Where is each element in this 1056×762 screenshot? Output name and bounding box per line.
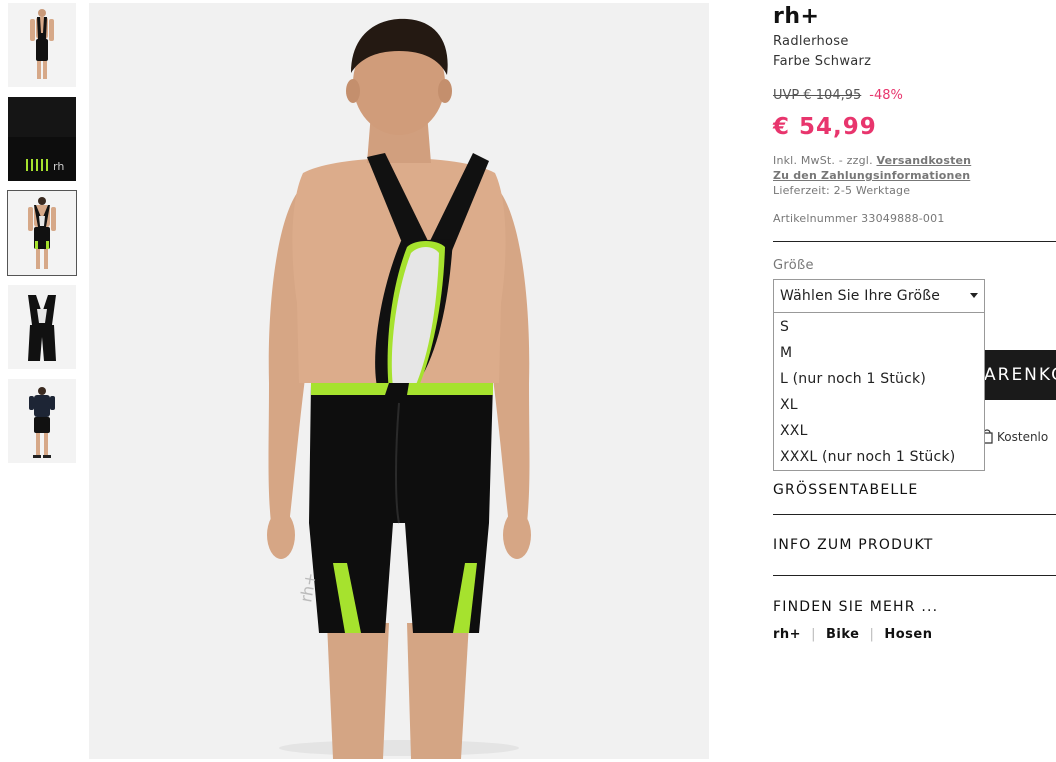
size-option-xxxl[interactable]: XXXL (nur noch 1 Stück) — [780, 449, 955, 465]
brand-name[interactable]: rh+ — [773, 4, 819, 29]
divider — [773, 241, 1056, 242]
size-option-xl[interactable]: XL — [780, 397, 798, 413]
main-product-image[interactable]: rh+ — [89, 3, 709, 759]
product-name: Radlerhose — [773, 34, 849, 49]
discount-badge: -48% — [869, 88, 903, 103]
thumbnail-5[interactable] — [8, 379, 76, 463]
size-dropdown-list: S M L (nur noch 1 Stück) XL XXL XXXL (nu… — [773, 313, 985, 471]
product-photo: rh+ — [89, 3, 709, 759]
size-table-toggle[interactable]: GRÖSSENTABELLE — [773, 482, 918, 498]
size-option-xxl[interactable]: XXL — [780, 423, 808, 439]
thumbnail-2[interactable]: rh — [8, 97, 76, 181]
size-option-s[interactable]: S — [780, 319, 789, 335]
thumbnail-4[interactable] — [8, 285, 76, 369]
size-select-value: Wählen Sie Ihre Größe — [780, 288, 941, 304]
sale-price: € 54,99 — [773, 114, 877, 140]
add-to-cart-button[interactable]: ARENKO — [984, 350, 1056, 400]
size-label: Größe — [773, 258, 814, 273]
uvp-price: UVP € 104,95 -48% — [773, 88, 903, 103]
divider — [773, 514, 1056, 515]
tax-text: Inkl. MwSt. - zzgl. — [773, 154, 873, 167]
shipping-costs-link[interactable]: Versandkosten — [876, 154, 971, 167]
delivery-time: Lieferzeit: 2-5 Werktage — [773, 184, 911, 197]
product-page: rh rh+ rh+ Radlerhose Farbe Schwarz UVP … — [0, 0, 1056, 762]
tag-link-brand[interactable]: rh+ — [773, 627, 801, 642]
svg-text:rh: rh — [53, 160, 64, 173]
payment-info-link[interactable]: Zu den Zahlungsinformationen — [773, 169, 970, 182]
tag-separator: | — [811, 627, 816, 642]
thumbnail-3[interactable] — [7, 190, 77, 276]
add-to-cart-label: ARENKO — [984, 365, 1056, 385]
article-number: Artikelnummer 33049888-001 — [773, 212, 945, 225]
tag-links: rh+ | Bike | Hosen — [773, 627, 932, 642]
find-more-heading: FINDEN SIE MEHR ... — [773, 599, 939, 615]
tag-separator: | — [869, 627, 875, 642]
free-shipping-note: Kostenlo — [981, 428, 1056, 447]
caret-down-icon — [970, 293, 978, 298]
size-select[interactable]: Wählen Sie Ihre Größe — [773, 279, 985, 313]
product-color: Farbe Schwarz — [773, 54, 872, 69]
original-price: UVP € 104,95 — [773, 88, 862, 103]
size-option-m[interactable]: M — [780, 345, 792, 361]
size-option-l[interactable]: L (nur noch 1 Stück) — [780, 371, 926, 387]
divider — [773, 575, 1056, 576]
tax-info: Inkl. MwSt. - zzgl. Versandkosten Zu den… — [773, 153, 971, 198]
product-info-toggle[interactable]: INFO ZUM PRODUKT — [773, 537, 934, 553]
tag-link-hosen[interactable]: Hosen — [884, 627, 932, 642]
free-shipping-text: Kostenlo — [997, 430, 1049, 444]
tag-link-bike[interactable]: Bike — [826, 627, 859, 642]
thumbnail-1[interactable] — [8, 3, 76, 87]
